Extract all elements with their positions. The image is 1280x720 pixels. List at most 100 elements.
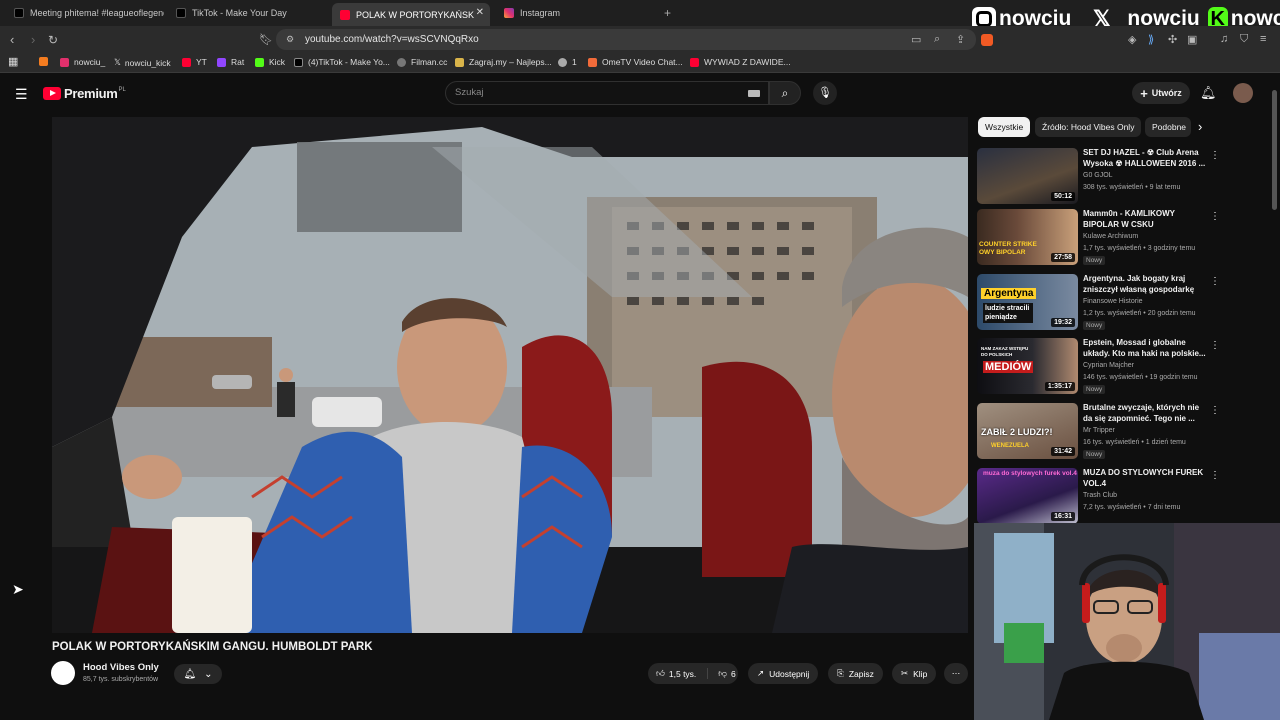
duration-badge: 50:12 — [1051, 192, 1075, 201]
reload-icon[interactable]: ↻ — [48, 33, 58, 47]
browser-tab[interactable]: Meeting phitema! #leagueoflegends — [6, 3, 164, 23]
more-vert-icon[interactable]: ⋮ — [1210, 470, 1220, 481]
bookmark-item[interactable]: YT — [182, 57, 207, 67]
chevron-right-icon[interactable]: › — [1198, 119, 1202, 134]
recommendation-title: Brutalne zwyczaje, których nie da się za… — [1083, 403, 1200, 423]
chip-related[interactable]: Podobne — [1145, 117, 1191, 137]
channel-avatar[interactable] — [51, 661, 75, 685]
bookmark-label: (4)TikTok - Make Yo... — [308, 57, 390, 67]
notifications-bell-icon[interactable]: 🔔︎ — [1200, 85, 1217, 101]
recommendation-title: Argentyna. Jak bogaty kraj zniszczył wła… — [1083, 274, 1195, 294]
twitch-icon — [217, 57, 226, 67]
bookmark-item[interactable]: Zagraj.my – Najleps... — [455, 57, 552, 67]
vpn-icon[interactable]: ⛉ — [1240, 33, 1248, 46]
youtube-icon — [43, 87, 61, 100]
bookmark-item[interactable]: (4)TikTok - Make Yo... — [294, 57, 390, 67]
more-actions-button[interactable]: ⋯ — [944, 663, 968, 684]
subscription-bell-button[interactable]: 🔔︎ ⌄ — [174, 664, 222, 684]
bookmark-item[interactable]: Kick — [255, 57, 285, 67]
video-thumbnail: Argentyna ludzie stracili pieniądze 19:3… — [977, 274, 1078, 330]
clip-button[interactable]: ✂ Klip — [892, 663, 937, 684]
more-vert-icon[interactable]: ⋮ — [1210, 211, 1220, 222]
chip-source[interactable]: Źródło: Hood Vibes Only — [1035, 117, 1142, 137]
voice-search-button[interactable]: 🎙︎ — [813, 81, 837, 105]
share-button[interactable]: ↗ Udostępnij — [748, 663, 819, 684]
share-icon: ↗ — [757, 668, 765, 678]
browser-tab-active[interactable]: POLAK W PORTORYKAŃSKIM ✕ — [332, 3, 490, 26]
music-icon[interactable]: ♫ — [1220, 33, 1228, 45]
brave-shield-icon[interactable] — [981, 34, 993, 46]
hamburger-menu-icon[interactable]: ☰ — [15, 86, 28, 103]
recommendation-item[interactable]: 50:12 SET DJ HAZEL - ☢ Club Arena Wysoka… — [977, 148, 1220, 206]
more-vert-icon[interactable]: ⋮ — [1210, 150, 1220, 161]
browser-toolbar — [0, 26, 1280, 53]
avatar[interactable] — [1233, 83, 1253, 103]
bookmark-item[interactable]: Filman.cc — [397, 57, 447, 67]
cast-icon[interactable]: ▭ — [911, 33, 921, 46]
bookmark-icon[interactable]: 🔖︎ — [259, 33, 273, 46]
microphone-icon: 🎙︎ — [818, 87, 832, 99]
recommendation-item[interactable]: NAM ZAKAZ WSTĘPU DO POLSKICH MEDIÓW 1:35… — [977, 338, 1220, 396]
browser-tab[interactable]: TikTok - Make Your Day — [168, 3, 328, 23]
bookmark-item[interactable] — [39, 57, 53, 66]
new-tab-icon[interactable]: + — [664, 6, 671, 20]
channel-name[interactable]: Hood Vibes Only — [83, 662, 159, 673]
thumbnail-text: MEDIÓW — [983, 361, 1034, 373]
thumbnail-text: ludzie stracili pieniądze — [983, 303, 1033, 323]
recommendation-meta: 1,2 tys. wyświetleń • 20 godzin temu — [1083, 310, 1196, 317]
recommendation-item[interactable]: muza do stylowych furek vol.4 16:31 MUZA… — [977, 468, 1220, 526]
chip-all[interactable]: Wszystkie — [978, 117, 1031, 137]
bookmark-item[interactable]: WYWIAD Z DAWIDE... — [690, 57, 791, 67]
sidebar-icon[interactable]: ▣ — [1187, 33, 1197, 46]
save-label: Zapisz — [848, 668, 874, 679]
bookmark-item[interactable]: OmeTV Video Chat... — [588, 57, 683, 67]
close-icon[interactable]: ✕ — [476, 7, 484, 18]
save-button[interactable]: ⎘ Zapisz — [828, 663, 883, 684]
scrollbar[interactable] — [1272, 90, 1277, 210]
search-icon: ⌕ — [781, 86, 789, 100]
video-player[interactable] — [52, 117, 968, 633]
dislike-button[interactable]: 👎︎ 6 — [707, 668, 736, 679]
translate-icon[interactable]: ⟫ — [1148, 33, 1154, 46]
scissors-icon: ✂ — [901, 668, 909, 678]
recommendation-channel: Mr Tripper — [1083, 427, 1115, 434]
recommendation-item[interactable]: Argentyna ludzie stracili pieniądze 19:3… — [977, 274, 1220, 332]
recommendation-item[interactable]: ZABIŁ 2 LUDZI?! WENEZUELA 31:42 Brutalne… — [977, 403, 1220, 461]
bookmark-item[interactable]: 1 — [558, 57, 577, 67]
search-button[interactable]: ⌕ — [769, 81, 801, 105]
like-count: 1,5 tys. — [668, 668, 697, 679]
share-icon[interactable]: ⇪ — [956, 33, 965, 46]
search-input[interactable] — [445, 81, 769, 105]
youtube-icon — [182, 57, 191, 67]
back-icon[interactable]: ‹ — [10, 32, 14, 47]
more-vert-icon[interactable]: ⋮ — [1210, 340, 1220, 351]
zoom-icon[interactable]: ⌕ — [934, 33, 940, 46]
subscriber-count: 85,7 tys. subskrybentów — [83, 676, 159, 683]
forward-icon[interactable]: › — [31, 32, 35, 47]
bookmark-item[interactable]: Rat — [217, 57, 244, 67]
more-vert-icon[interactable]: ⋮ — [1210, 405, 1220, 416]
bookmark-item[interactable]: 𝕏nowciu_kick — [114, 57, 171, 68]
site-settings-icon[interactable]: ⚙ — [286, 34, 294, 45]
new-badge: Nowy — [1083, 256, 1106, 265]
tiktok-icon — [294, 57, 303, 67]
video-thumbnail: COUNTER STRIKE OWY BIPOLAR 27:58 — [977, 209, 1078, 265]
bookmark-label: WYWIAD Z DAWIDE... — [704, 57, 791, 67]
bookmark-item[interactable]: nowciu_ — [60, 57, 105, 67]
like-button[interactable]: 👍︎ 1,5 tys. — [648, 668, 696, 679]
more-vert-icon[interactable]: ⋮ — [1210, 276, 1220, 287]
youtube-logo[interactable]: Premium PL — [43, 86, 126, 101]
bookmark-label: Rat — [231, 57, 245, 67]
create-button[interactable]: + Utwórz — [1132, 82, 1190, 104]
extension-icon[interactable]: ◈ — [1128, 33, 1136, 46]
keyboard-icon[interactable] — [748, 90, 760, 97]
browser-tab[interactable]: Instagram — [496, 3, 656, 23]
menu-icon[interactable]: ≡ — [1260, 33, 1266, 45]
new-badge: Nowy — [1083, 321, 1106, 330]
apps-icon[interactable]: ▦ — [8, 55, 18, 68]
recommendation-item[interactable]: COUNTER STRIKE OWY BIPOLAR 27:58 Mamm0n … — [977, 209, 1220, 267]
puzzle-icon[interactable]: ✣ — [1168, 33, 1177, 46]
video-thumbnail: NAM ZAKAZ WSTĘPU DO POLSKICH MEDIÓW 1:35… — [977, 338, 1078, 394]
tiktok-icon — [14, 8, 24, 18]
youtube-icon — [340, 9, 350, 20]
